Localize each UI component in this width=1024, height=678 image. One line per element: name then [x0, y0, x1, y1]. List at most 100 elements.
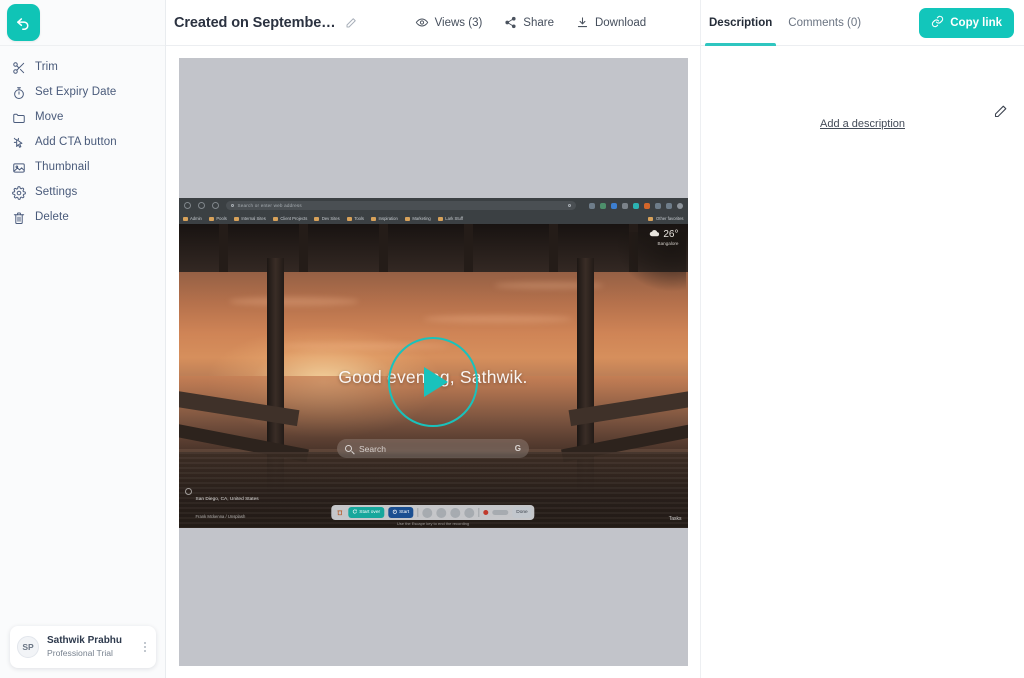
- bookmark-item[interactable]: Client Projects: [272, 216, 307, 221]
- left-sidebar: Trim Set Expiry Date Move Add CTA button…: [0, 0, 166, 678]
- search-icon: [230, 204, 234, 207]
- avatar: SP: [17, 636, 39, 658]
- bookmark-overflow[interactable]: Other favorites: [648, 216, 684, 221]
- folder-icon: [404, 216, 410, 221]
- extension-icon[interactable]: [621, 202, 628, 209]
- bookmark-item[interactable]: Admin: [182, 216, 202, 221]
- extension-icon[interactable]: [665, 202, 672, 209]
- rafter: [463, 224, 473, 272]
- extension-icon[interactable]: [599, 202, 606, 209]
- tasks-label[interactable]: Tasks: [669, 516, 682, 522]
- tab-description[interactable]: Description: [704, 0, 777, 46]
- bookmark-item[interactable]: Lark Stuff: [437, 216, 464, 221]
- blur-icon[interactable]: [464, 507, 475, 518]
- rafter: [548, 224, 558, 272]
- tab-description-label: Description: [709, 16, 773, 29]
- topbar-actions: Views (3) Share Download: [415, 16, 646, 29]
- panel-tabs: Description Comments (0): [701, 0, 861, 46]
- cloud-icon: [649, 229, 660, 240]
- done-label: Done: [516, 510, 528, 515]
- user-account-card[interactable]: SP Sathwik Prabhu Professional Trial: [10, 626, 156, 668]
- tab-comments[interactable]: Comments (0): [788, 0, 861, 46]
- folder-icon: [371, 216, 377, 221]
- bookmark-item[interactable]: Pools: [208, 216, 227, 221]
- google-icon: G: [514, 444, 521, 453]
- scissors-icon: [11, 60, 26, 75]
- views-button[interactable]: Views (3): [415, 16, 482, 29]
- sidebar-item-add-cta-button[interactable]: Add CTA button: [0, 130, 165, 155]
- share-label: Share: [523, 16, 554, 29]
- gear-icon: [11, 185, 26, 200]
- description-body: Add a description: [701, 46, 1024, 678]
- start-label: Start: [399, 510, 410, 515]
- sidebar-item-delete[interactable]: Delete: [0, 205, 165, 230]
- add-description-link[interactable]: Add a description: [701, 118, 1024, 130]
- profile-avatar-icon[interactable]: [676, 202, 683, 209]
- top-toolbar: Created on Septembe… Views (3) Share Dow…: [166, 0, 700, 46]
- bookmark-item[interactable]: Inspiration: [371, 216, 398, 221]
- pergola-top-beam: [178, 224, 688, 272]
- done-button[interactable]: Done: [512, 507, 532, 518]
- folder-icon: [233, 216, 239, 221]
- folder-icon: [272, 216, 278, 221]
- bookmark-item[interactable]: Internal Sites: [233, 216, 266, 221]
- user-meta: Sathwik Prabhu Professional Trial: [47, 635, 141, 659]
- eraser-icon[interactable]: [436, 507, 447, 518]
- highlighter-icon[interactable]: [450, 507, 461, 518]
- bookmark-item[interactable]: Dev Sites: [314, 216, 340, 221]
- volume-slider[interactable]: [492, 510, 509, 515]
- omnibox-placeholder: Search or enter web address: [237, 203, 302, 208]
- bookmark-item[interactable]: Marketing: [404, 216, 431, 221]
- folder-icon: [11, 110, 26, 125]
- bookmarks-bar: Admin Pools Internal Sites Client Projec…: [179, 213, 688, 224]
- extension-icon[interactable]: [632, 202, 639, 209]
- sidebar-item-trim[interactable]: Trim: [0, 55, 165, 80]
- sidebar-item-label: Set Expiry Date: [35, 85, 117, 98]
- photo-credit[interactable]: San Diego, CA, United States Frank Mcken…: [184, 487, 259, 523]
- download-button[interactable]: Download: [576, 16, 646, 29]
- omnibox[interactable]: Search or enter web address: [225, 201, 576, 210]
- new-tab-search-input[interactable]: Search G: [337, 439, 529, 458]
- folder-icon: [314, 216, 320, 221]
- sidebar-item-thumbnail[interactable]: Thumbnail: [0, 155, 165, 180]
- weather-widget[interactable]: 26° Bangalore: [649, 229, 679, 246]
- home-icon[interactable]: [211, 202, 219, 209]
- play-button[interactable]: [388, 337, 478, 427]
- sidebar-item-move[interactable]: Move: [0, 105, 165, 130]
- bookmark-label: Inspiration: [378, 216, 398, 221]
- bookmark-label: Pools: [216, 216, 227, 221]
- browser-extensions: [583, 202, 683, 209]
- pen-icon[interactable]: [422, 507, 433, 518]
- extension-icon[interactable]: [588, 202, 595, 209]
- weather-temperature-row: 26°: [649, 229, 679, 240]
- record-icon[interactable]: [483, 510, 489, 515]
- back-button[interactable]: [7, 4, 40, 41]
- video-stage: Search or enter web address Admin Pools …: [166, 46, 700, 678]
- back-icon[interactable]: [183, 202, 191, 209]
- video-player[interactable]: Search or enter web address Admin Pools …: [178, 58, 688, 666]
- extension-icon[interactable]: [643, 202, 650, 209]
- copy-link-button[interactable]: Copy link: [919, 7, 1014, 38]
- download-icon: [576, 16, 589, 29]
- sidebar-item-set-expiry-date[interactable]: Set Expiry Date: [0, 80, 165, 105]
- cursor-click-icon: [11, 135, 26, 150]
- info-icon: [184, 488, 192, 495]
- extension-icon[interactable]: [654, 202, 661, 209]
- start-button[interactable]: Start: [388, 507, 414, 518]
- folder-icon: [182, 216, 188, 221]
- bookmark-item[interactable]: Tools: [346, 216, 365, 221]
- search-icon: [345, 445, 352, 452]
- bookmark-label: Tools: [354, 216, 365, 221]
- extension-icon[interactable]: [610, 202, 617, 209]
- download-label: Download: [594, 16, 647, 29]
- bookmark-label: Lark Stuff: [445, 216, 464, 221]
- title-edit-pencil-icon[interactable]: [345, 17, 357, 29]
- kebab-menu-icon[interactable]: [141, 640, 149, 654]
- share-button[interactable]: Share: [504, 16, 554, 29]
- start-over-button[interactable]: Start over: [348, 507, 385, 518]
- sidebar-item-settings[interactable]: Settings: [0, 180, 165, 205]
- trash-icon[interactable]: [334, 508, 344, 518]
- bookmark-star-icon[interactable]: [567, 204, 571, 207]
- search-placeholder: Search: [359, 443, 386, 454]
- refresh-icon[interactable]: [197, 202, 205, 209]
